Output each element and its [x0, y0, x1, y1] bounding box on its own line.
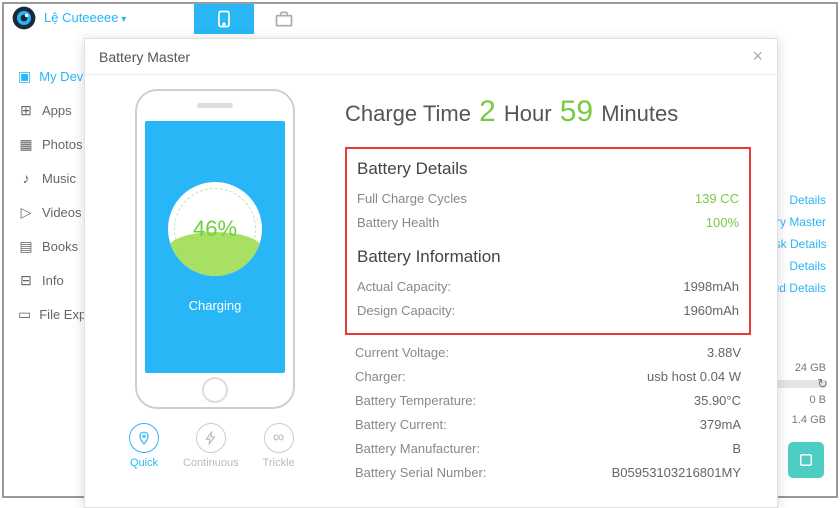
- row-battery-temperature: Battery Temperature:35.90°C: [345, 389, 751, 413]
- row-design-capacity: Design Capacity:1960mAh: [357, 299, 739, 323]
- sidebar-item-label: Info: [42, 273, 64, 288]
- sidebar-item-apps[interactable]: ⊞ Apps: [4, 93, 84, 127]
- mode-label: Continuous: [183, 457, 239, 469]
- top-header: Lệ Cuteeeee: [4, 4, 836, 34]
- books-icon: ▤: [18, 238, 34, 254]
- row-battery-serial: Battery Serial Number:B05953103216801MY: [345, 461, 751, 485]
- tablet-icon: [214, 9, 234, 29]
- info-icon: ⊟: [18, 272, 34, 288]
- folder-icon: ▭: [18, 306, 31, 322]
- apps-icon: ⊞: [18, 102, 34, 118]
- app-logo-icon: [10, 4, 38, 32]
- modal-title: Battery Master: [99, 49, 190, 65]
- sidebar-item-label: Books: [42, 239, 78, 254]
- row-full-charge-cycles: Full Charge Cycles 139 CC: [357, 187, 739, 211]
- bolt-icon: [196, 423, 226, 453]
- sidebar-item-books[interactable]: ▤ Books: [4, 229, 84, 263]
- charge-time-heading: Charge Time 2 Hour 59 Minutes: [345, 95, 751, 129]
- sidebar-item-label: Photos: [42, 137, 82, 152]
- icloud-details-link[interactable]: ud Details: [772, 277, 826, 299]
- sidebar-item-label: Music: [42, 171, 76, 186]
- sidebar-item-label: Apps: [42, 103, 72, 118]
- disk-details-link[interactable]: isk Details: [772, 233, 826, 255]
- sidebar-item-info[interactable]: ⊟ Info: [4, 263, 84, 297]
- battery-information-heading: Battery Information: [357, 247, 739, 267]
- mode-quick[interactable]: Quick: [129, 423, 159, 469]
- row-battery-current: Battery Current:379mA: [345, 413, 751, 437]
- videos-icon: ▷: [18, 204, 34, 220]
- export-icon: [797, 451, 815, 469]
- mode-continuous[interactable]: Continuous: [183, 423, 239, 469]
- device-icon: ▣: [18, 68, 31, 84]
- battery-details-heading: Battery Details: [357, 159, 739, 179]
- music-icon: ♪: [18, 170, 34, 186]
- infinity-icon: ∞: [264, 423, 294, 453]
- battery-master-link[interactable]: ry Master: [772, 211, 826, 233]
- sidebar-item-videos[interactable]: ▷ Videos: [4, 195, 84, 229]
- row-actual-capacity: Actual Capacity:1998mAh: [357, 275, 739, 299]
- phone-screen: 46% Charging: [145, 121, 285, 373]
- battery-ring: 46%: [168, 182, 262, 276]
- row-current-voltage: Current Voltage:3.88V: [345, 341, 751, 365]
- mode-trickle[interactable]: ∞ Trickle: [263, 423, 295, 469]
- details-link-2[interactable]: Details: [772, 255, 826, 277]
- charge-minutes: 59: [558, 95, 595, 128]
- nav-tab-device[interactable]: [194, 4, 254, 34]
- sidebar-item-my-devices[interactable]: ▣My Devices: [4, 59, 84, 93]
- phone-speaker: [197, 103, 233, 108]
- highlight-box: Battery Details Full Charge Cycles 139 C…: [345, 147, 751, 335]
- row-battery-manufacturer: Battery Manufacturer:B: [345, 437, 751, 461]
- sidebar: ▣My Devices ⊞ Apps ▦ Photos ♪ Music ▷ Videos…: [4, 59, 84, 331]
- mode-label: Trickle: [263, 457, 295, 469]
- sidebar-item-file-explorer[interactable]: ▭File Explorer: [4, 297, 84, 331]
- pin-icon: [129, 423, 159, 453]
- battery-master-modal: Battery Master × 46% Charging: [84, 38, 778, 508]
- phone-mock: 46% Charging: [135, 89, 295, 409]
- nav-tab-toolbox[interactable]: [254, 4, 314, 34]
- refresh-icon[interactable]: ↻: [817, 374, 828, 394]
- export-button[interactable]: [788, 442, 824, 478]
- mode-label: Quick: [130, 457, 158, 469]
- details-link[interactable]: Details: [772, 189, 826, 211]
- photos-icon: ▦: [18, 136, 34, 152]
- rightside-links: Details ry Master isk Details Details ud…: [772, 189, 826, 299]
- username-dropdown[interactable]: Lệ Cuteeeee: [44, 10, 126, 25]
- charge-hours: 2: [477, 95, 498, 128]
- battery-percent: 46%: [193, 216, 237, 242]
- home-button-icon: [202, 377, 228, 403]
- sidebar-item-photos[interactable]: ▦ Photos: [4, 127, 84, 161]
- row-battery-health: Battery Health 100%: [357, 211, 739, 235]
- toolbox-icon: [274, 9, 294, 29]
- row-charger: Charger:usb host 0.04 W: [345, 365, 751, 389]
- sidebar-item-music[interactable]: ♪ Music: [4, 161, 84, 195]
- close-button[interactable]: ×: [752, 46, 763, 67]
- charging-status: Charging: [189, 298, 242, 313]
- sidebar-item-label: Videos: [42, 205, 82, 220]
